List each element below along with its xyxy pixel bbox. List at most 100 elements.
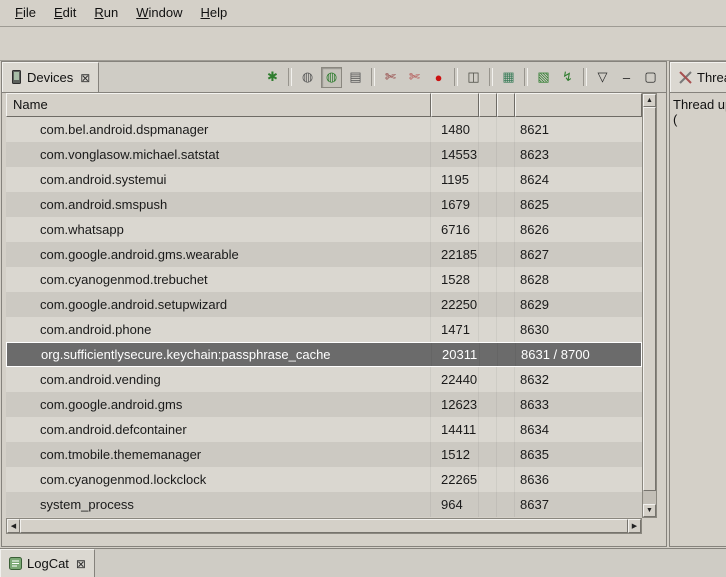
stop-process-icon[interactable]: ● bbox=[428, 67, 449, 88]
vertical-scrollbar[interactable]: ▲ ▼ bbox=[642, 93, 657, 518]
table-row[interactable]: com.android.defcontainer144118634 bbox=[6, 417, 642, 442]
table-row[interactable]: com.android.systemui11958624 bbox=[6, 167, 642, 192]
process-pid: 964 bbox=[431, 492, 479, 517]
scrollbar-corner bbox=[642, 518, 657, 534]
process-pid: 1512 bbox=[431, 442, 479, 467]
cell-empty bbox=[480, 343, 498, 366]
table-row[interactable]: com.google.android.setupwizard222508629 bbox=[6, 292, 642, 317]
table-row[interactable]: com.whatsapp67168626 bbox=[6, 217, 642, 242]
process-port: 8627 bbox=[515, 242, 642, 267]
cell-empty bbox=[479, 392, 497, 417]
process-table: Name com.bel.android.dspmanager14808621c… bbox=[6, 93, 657, 534]
scroll-down-icon[interactable]: ▼ bbox=[643, 504, 656, 517]
close-icon[interactable]: ⊠ bbox=[76, 557, 86, 571]
minimize-view-icon[interactable]: – bbox=[616, 67, 637, 88]
devices-tabbar: Devices ⊠ ✱◍◍▤✄✄●◫▦▧↯▽–▢ bbox=[2, 62, 666, 93]
close-icon[interactable]: ⊠ bbox=[80, 71, 90, 85]
menu-help[interactable]: Help bbox=[191, 2, 236, 24]
cell-empty bbox=[479, 492, 497, 517]
process-name: com.android.defcontainer bbox=[6, 417, 431, 442]
ddms-window: FileEditRunWindowHelp Devices ⊠ ✱◍◍▤✄✄●◫… bbox=[0, 0, 726, 577]
view-menu-chevron-icon[interactable]: ▽ bbox=[592, 67, 613, 88]
column-header[interactable] bbox=[497, 93, 515, 117]
network-statistics-icon[interactable]: ↯ bbox=[557, 67, 578, 88]
cell-empty bbox=[497, 367, 515, 392]
table-row[interactable]: com.cyanogenmod.trebuchet15288628 bbox=[6, 267, 642, 292]
process-port: 8633 bbox=[515, 392, 642, 417]
scroll-left-icon[interactable]: ◀ bbox=[7, 519, 20, 533]
threads-message-line1: Thread up bbox=[673, 97, 724, 112]
bottom-tabbar: LogCat ⊠ bbox=[0, 548, 726, 577]
menu-edit[interactable]: Edit bbox=[45, 2, 85, 24]
cell-empty bbox=[497, 392, 515, 417]
process-pid: 1471 bbox=[431, 317, 479, 342]
process-name: com.google.android.gms bbox=[6, 392, 431, 417]
process-name: com.android.systemui bbox=[6, 167, 431, 192]
dump-view-hierarchy-icon[interactable]: ▦ bbox=[498, 67, 519, 88]
process-port: 8637 bbox=[515, 492, 642, 517]
table-row[interactable]: com.tmobile.thememanager15128635 bbox=[6, 442, 642, 467]
table-row[interactable]: com.cyanogenmod.lockclock222658636 bbox=[6, 467, 642, 492]
table-row[interactable]: com.bel.android.dspmanager14808621 bbox=[6, 117, 642, 142]
vertical-scrollbar-thumb[interactable] bbox=[643, 107, 656, 491]
toolbar-separator bbox=[583, 68, 587, 86]
tab-threads[interactable]: Threads bbox=[670, 62, 726, 92]
column-header[interactable] bbox=[515, 93, 642, 117]
menu-window[interactable]: Window bbox=[127, 2, 191, 24]
cell-empty bbox=[479, 242, 497, 267]
cell-empty bbox=[497, 217, 515, 242]
process-pid: 22265 bbox=[431, 467, 479, 492]
update-threads-icon[interactable]: ✄ bbox=[380, 67, 401, 88]
debug-process-icon[interactable]: ✱ bbox=[262, 67, 283, 88]
stop-thread-monitor-icon[interactable]: ✄ bbox=[404, 67, 425, 88]
column-header[interactable] bbox=[479, 93, 497, 117]
scroll-right-icon[interactable]: ▶ bbox=[628, 519, 641, 533]
process-pid: 22185 bbox=[431, 242, 479, 267]
tab-devices-label: Devices bbox=[27, 70, 73, 85]
column-header[interactable] bbox=[431, 93, 479, 117]
threads-message-line2: ( bbox=[673, 112, 724, 127]
menu-file[interactable]: File bbox=[6, 2, 45, 24]
dump-hprof-icon[interactable]: ◍ bbox=[321, 67, 342, 88]
table-row[interactable]: com.android.vending224408632 bbox=[6, 367, 642, 392]
table-row[interactable]: com.google.android.gms.wearable22185 8627 bbox=[6, 242, 642, 267]
process-port: 8631 / 8700 bbox=[516, 343, 641, 366]
process-port: 8623 bbox=[515, 142, 642, 167]
devices-toolbar: ✱◍◍▤✄✄●◫▦▧↯▽–▢ bbox=[262, 62, 666, 92]
cell-empty bbox=[479, 167, 497, 192]
cause-gc-icon[interactable]: ▤ bbox=[345, 67, 366, 88]
process-pid: 1679 bbox=[431, 192, 479, 217]
menu-run[interactable]: Run bbox=[85, 2, 127, 24]
device-icon bbox=[11, 70, 22, 85]
cell-empty bbox=[479, 192, 497, 217]
process-name: com.google.android.gms.wearable bbox=[6, 242, 431, 267]
maximize-view-icon[interactable]: ▢ bbox=[640, 67, 661, 88]
process-name: com.android.vending bbox=[6, 367, 431, 392]
screen-capture-icon[interactable]: ◫ bbox=[463, 67, 484, 88]
table-row[interactable]: com.android.phone14718630 bbox=[6, 317, 642, 342]
tab-logcat[interactable]: LogCat ⊠ bbox=[0, 549, 95, 577]
start-method-profiling-icon[interactable]: ▧ bbox=[533, 67, 554, 88]
process-name: com.vonglasow.michael.satstat bbox=[6, 142, 431, 167]
process-name: com.google.android.setupwizard bbox=[6, 292, 431, 317]
horizontal-scrollbar-thumb[interactable] bbox=[20, 519, 628, 533]
table-row[interactable]: com.android.smspush16798625 bbox=[6, 192, 642, 217]
toolbar-separator bbox=[288, 68, 292, 86]
horizontal-scrollbar[interactable]: ◀ ▶ bbox=[6, 518, 642, 534]
cell-empty bbox=[498, 343, 516, 366]
process-name: org.sufficientlysecure.keychain:passphra… bbox=[7, 343, 432, 366]
update-heap-icon[interactable]: ◍ bbox=[297, 67, 318, 88]
process-name: com.android.phone bbox=[6, 317, 431, 342]
threads-view: Threads Thread up ( bbox=[669, 61, 726, 547]
table-row[interactable]: com.google.android.gms126238633 bbox=[6, 392, 642, 417]
cell-empty bbox=[497, 442, 515, 467]
column-header-name[interactable]: Name bbox=[6, 93, 431, 117]
tab-devices[interactable]: Devices ⊠ bbox=[2, 62, 99, 92]
process-port: 8629 bbox=[515, 292, 642, 317]
scroll-up-icon[interactable]: ▲ bbox=[643, 94, 656, 107]
process-name: com.tmobile.thememanager bbox=[6, 442, 431, 467]
table-row[interactable]: com.vonglasow.michael.satstat145538623 bbox=[6, 142, 642, 167]
table-row[interactable]: system_process9648637 bbox=[6, 492, 642, 517]
table-row[interactable]: org.sufficientlysecure.keychain:passphra… bbox=[6, 342, 642, 367]
process-port: 8624 bbox=[515, 167, 642, 192]
